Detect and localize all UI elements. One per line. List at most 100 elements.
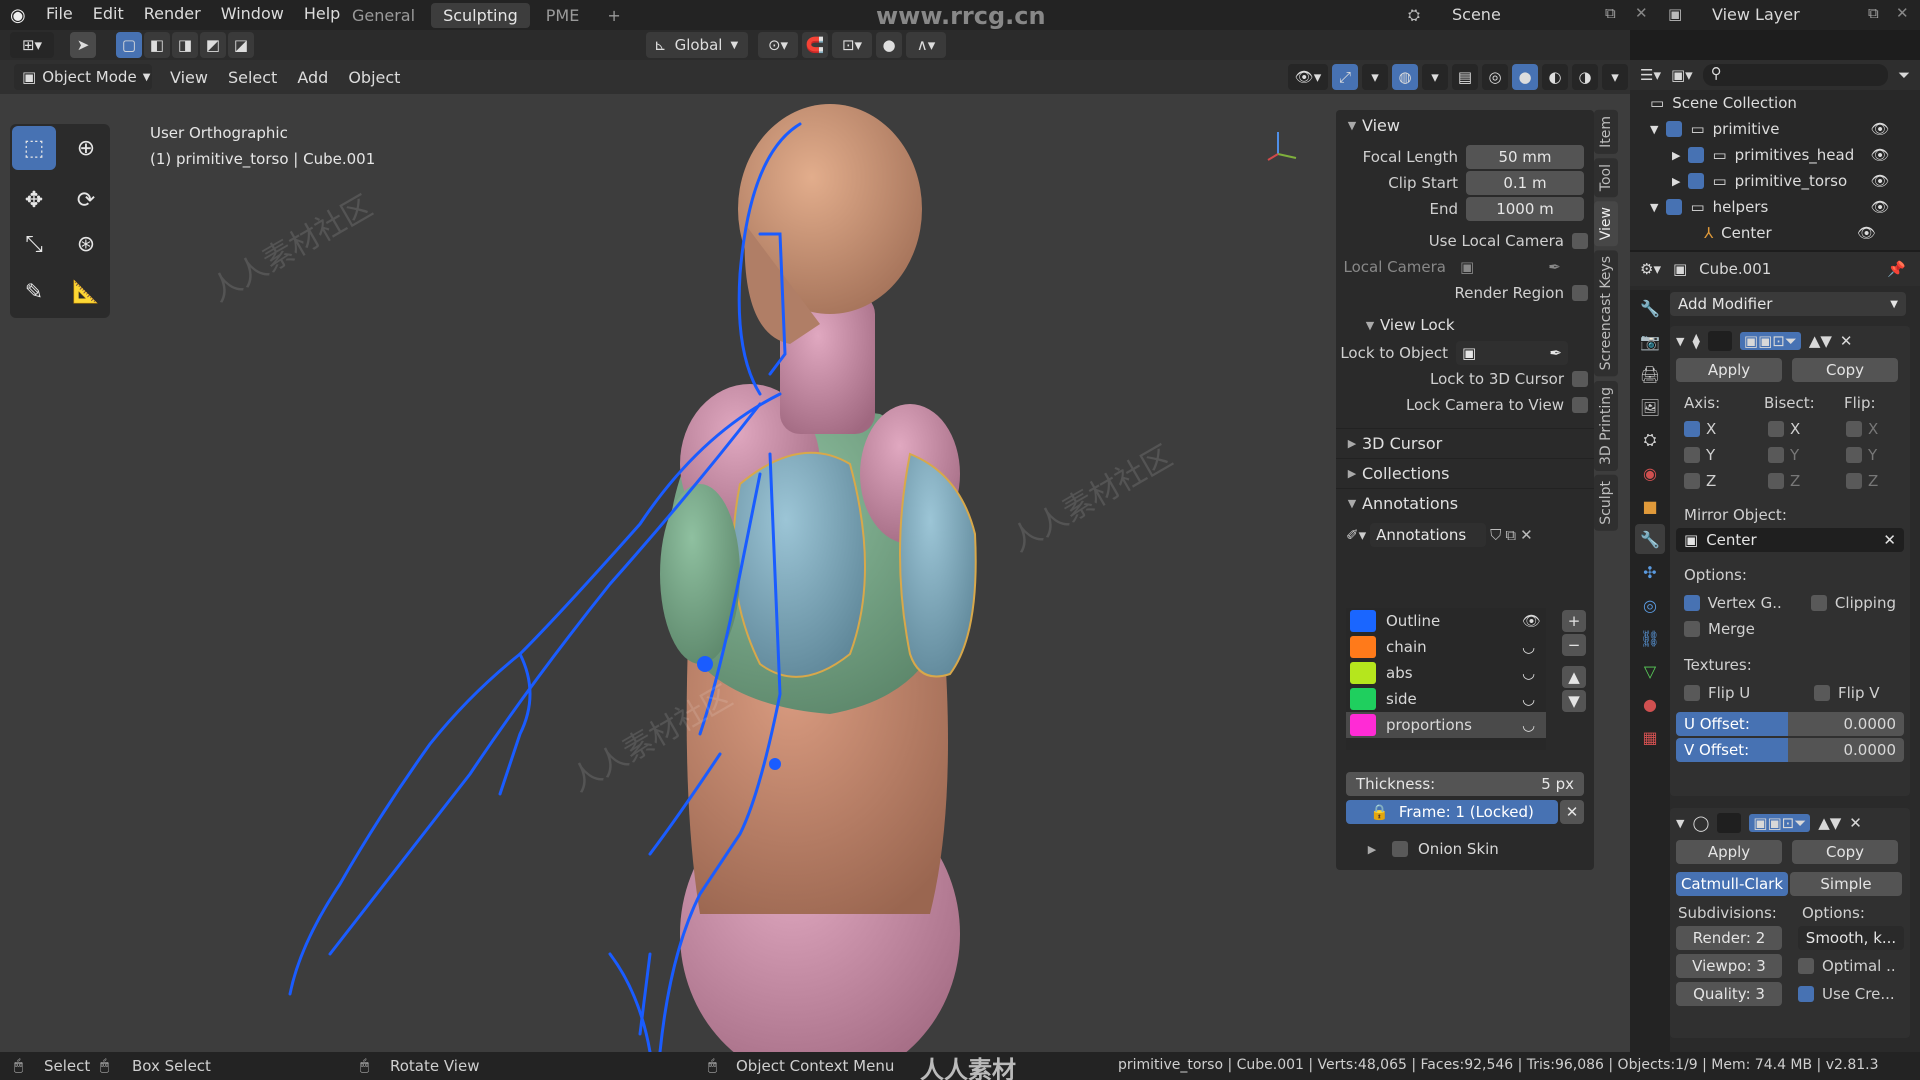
apply-button[interactable]: Apply [1676, 840, 1782, 864]
onion-skin-row[interactable]: ▶ Onion Skin [1362, 836, 1499, 862]
move-down-icon[interactable]: ▼ [1562, 690, 1586, 712]
render-region-checkbox[interactable] [1572, 285, 1588, 301]
chevron-down-icon[interactable]: ▾ [1602, 64, 1628, 90]
quality-field[interactable]: Quality: 3 [1676, 982, 1782, 1006]
move-modifier-icon[interactable]: ▲▼ [1818, 814, 1841, 832]
lock-cursor-checkbox[interactable] [1572, 371, 1588, 387]
remove-layer-icon[interactable]: − [1562, 634, 1586, 656]
select-mode-new-icon[interactable]: ▢ [116, 32, 142, 58]
v-offset-field[interactable]: V Offset: 0.0000 [1676, 738, 1904, 762]
constraints-tab-icon[interactable]: ⛓ [1635, 623, 1665, 653]
layer-color-swatch[interactable] [1350, 636, 1376, 658]
menu-select[interactable]: Select [218, 68, 287, 87]
select-mode-subtract-icon[interactable]: ◨ [172, 32, 198, 58]
layer-color-swatch[interactable] [1350, 714, 1376, 736]
material-tab-icon[interactable]: ● [1635, 689, 1665, 719]
pivot-point-icon[interactable]: ⊙▾ [758, 32, 798, 58]
world-tab-icon[interactable]: ◉ [1635, 458, 1665, 488]
view-lock-header[interactable]: ▼ View Lock [1336, 310, 1594, 340]
select-mode-intersect-icon[interactable]: ◪ [228, 32, 254, 58]
eyedropper-icon[interactable]: ✒ [1548, 258, 1561, 276]
proportional-edit-icon[interactable]: ● [876, 32, 902, 58]
snap-target-icon[interactable]: ⊡▾ [832, 32, 872, 58]
mode-dropdown[interactable]: ▣ Object Mode ▼ [14, 64, 152, 90]
mannequin-model[interactable] [0, 94, 1330, 1052]
menu-edit[interactable]: Edit [83, 4, 134, 23]
eye-closed-icon[interactable]: ◡ [1522, 638, 1535, 656]
view-section-header[interactable]: ▼ View [1336, 110, 1594, 140]
bisect-z-checkbox[interactable] [1768, 473, 1784, 489]
rendered-shading-icon[interactable]: ◑ [1572, 64, 1598, 90]
collections-section[interactable]: ▶ Collections [1336, 458, 1594, 488]
merge-checkbox[interactable] [1684, 621, 1700, 637]
duplicate-icon[interactable]: ⧉ [1505, 526, 1516, 544]
outliner-item[interactable]: ⅄ Center 👁 [1630, 220, 1920, 246]
add-layer-icon[interactable]: + [1562, 610, 1586, 632]
eye-closed-icon[interactable]: ◡ [1522, 690, 1535, 708]
eye-closed-icon[interactable]: ◡ [1522, 664, 1535, 682]
outliner-item[interactable]: ▼ ▭ primitive 👁 [1630, 116, 1920, 142]
outliner-item[interactable]: ▶ ▭ primitives_head 👁 [1630, 142, 1920, 168]
frame-locked-button[interactable]: 🔒 Frame: 1 (Locked) [1346, 800, 1558, 824]
unlink-icon[interactable]: ✕ [1520, 526, 1533, 544]
snap-icon[interactable]: 🧲 [802, 32, 828, 58]
thickness-field[interactable]: Thickness: 5 px [1346, 772, 1584, 796]
axis-y-checkbox[interactable] [1684, 447, 1700, 463]
eyedropper-icon[interactable]: ✒ [1549, 344, 1562, 362]
modifier-name-field[interactable] [1717, 813, 1742, 833]
scene-collection-row[interactable]: ▭ Scene Collection [1630, 90, 1920, 116]
eye-icon[interactable]: 👁 [1871, 198, 1890, 216]
view-layer-name[interactable]: View Layer [1712, 5, 1800, 24]
display-mode-icon[interactable]: ▣▾ [1671, 66, 1693, 84]
triangle-down-icon[interactable]: ▼ [1676, 335, 1684, 348]
eye-icon[interactable]: 👁 [1871, 172, 1890, 190]
vertex-groups-checkbox[interactable] [1684, 595, 1700, 611]
fake-user-icon[interactable]: ⛉ [1490, 526, 1501, 544]
solid-shading-icon[interactable]: ● [1512, 64, 1538, 90]
scene-tab-icon[interactable]: ⛭ [1635, 425, 1665, 455]
scene-name[interactable]: Scene [1452, 5, 1501, 24]
pin-icon[interactable]: 📌 [1887, 260, 1906, 278]
eye-icon[interactable]: 👁 [1522, 612, 1541, 630]
remove-modifier-icon[interactable]: ✕ [1849, 814, 1862, 832]
clip-end-field[interactable]: 1000 m [1466, 197, 1584, 221]
tab-view[interactable]: View [1594, 201, 1618, 247]
select-mode-extend-icon[interactable]: ◧ [144, 32, 170, 58]
physics-tab-icon[interactable]: ◎ [1635, 590, 1665, 620]
simple-button[interactable]: Simple [1790, 872, 1902, 896]
add-workspace-icon[interactable]: + [595, 3, 632, 28]
annotation-datablock[interactable]: Annotations [1370, 523, 1487, 547]
display-modes-icon[interactable]: ▣▣⊡⏷ [1749, 814, 1811, 832]
move-up-icon[interactable]: ▲ [1562, 666, 1586, 688]
catmull-clark-button[interactable]: Catmull-Clark [1676, 872, 1788, 896]
apply-button[interactable]: Apply [1676, 358, 1782, 382]
flip-u-checkbox[interactable] [1684, 685, 1700, 701]
modifier-name-field[interactable] [1707, 331, 1732, 351]
data-tab-icon[interactable]: ▽ [1635, 656, 1665, 686]
new-view-layer-icon[interactable]: ⧉ [1868, 4, 1879, 22]
tool-tab-icon[interactable]: 🔧 [1635, 293, 1665, 323]
mirror-object-field[interactable]: ▣ Center ✕ [1676, 528, 1904, 552]
scene-icon[interactable]: ⛭ [1408, 6, 1420, 24]
lock-object-field[interactable]: ▣ ✒ [1456, 341, 1568, 365]
menu-render[interactable]: Render [134, 4, 211, 23]
chevron-down-icon[interactable]: ▾ [1362, 64, 1388, 90]
properties-editor-icon[interactable]: ⚙▾ [1640, 260, 1661, 278]
annotations-section[interactable]: ▼ Annotations [1336, 488, 1594, 518]
axis-z-checkbox[interactable] [1684, 473, 1700, 489]
list-item-selected[interactable]: proportions ◡ [1346, 712, 1546, 738]
add-modifier-dropdown[interactable]: Add Modifier ▼ [1670, 292, 1906, 316]
tab-sculpt[interactable]: Sculpt [1594, 474, 1618, 531]
visibility-icon[interactable]: 👁▾ [1288, 64, 1328, 90]
use-creases-checkbox[interactable] [1798, 986, 1814, 1002]
view-layer-icon[interactable]: ▣ [1668, 5, 1682, 23]
remove-modifier-icon[interactable]: ✕ [1840, 332, 1853, 350]
list-item[interactable]: Outline 👁 [1346, 608, 1546, 634]
transform-orientation-dropdown[interactable]: ⊾ Global ▼ [646, 32, 748, 58]
menu-window[interactable]: Window [211, 4, 294, 23]
render-tab-icon[interactable]: 📷 [1635, 326, 1665, 356]
editor-type-icon[interactable]: ⊞▾ [10, 32, 54, 58]
flip-v-checkbox[interactable] [1814, 685, 1830, 701]
display-modes-icon[interactable]: ▣▣⊡⏷ [1739, 332, 1801, 350]
output-tab-icon[interactable]: 🖨 [1635, 359, 1665, 389]
